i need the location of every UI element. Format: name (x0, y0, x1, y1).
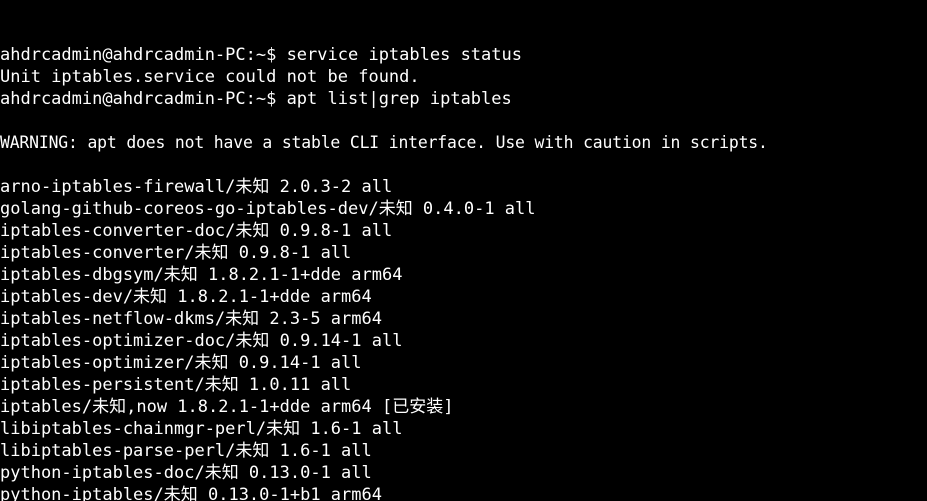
terminal-warning-line: WARNING: apt does not have a stable CLI … (0, 133, 768, 152)
terminal-output-line: python-iptables/未知 0.13.0-1+b1 arm64 (0, 485, 382, 501)
terminal-prompt-line: ahdrcadmin@ahdrcadmin-PC:~$ service ipta… (0, 45, 522, 65)
terminal-window[interactable]: ahdrcadmin@ahdrcadmin-PC:~$ service ipta… (0, 0, 927, 501)
terminal-output-line: arno-iptables-firewall/未知 2.0.3-2 all (0, 177, 393, 197)
terminal-output-line: iptables-netflow-dkms/未知 2.3-5 arm64 (0, 309, 382, 329)
terminal-output-line: libiptables-chainmgr-perl/未知 1.6-1 all (0, 419, 403, 439)
terminal-output-line: iptables-converter-doc/未知 0.9.8-1 all (0, 221, 393, 241)
terminal-output-line: iptables-dev/未知 1.8.2.1-1+dde arm64 (0, 287, 372, 307)
terminal-output-line: iptables-converter/未知 0.9.8-1 all (0, 243, 352, 263)
terminal-output-line: python-iptables-doc/未知 0.13.0-1 all (0, 463, 372, 483)
terminal-prompt-line: ahdrcadmin@ahdrcadmin-PC:~$ apt list|gre… (0, 89, 512, 109)
terminal-output-line: golang-github-coreos-go-iptables-dev/未知 … (0, 199, 536, 219)
terminal-output-line: Unit iptables.service could not be found… (0, 67, 420, 87)
terminal-output-line: iptables-optimizer-doc/未知 0.9.14-1 all (0, 331, 403, 351)
terminal-output-line: iptables-optimizer/未知 0.9.14-1 all (0, 353, 362, 373)
terminal-output-line: iptables/未知,now 1.8.2.1-1+dde arm64 [已安装… (0, 397, 454, 417)
terminal-output-line: libiptables-parse-perl/未知 1.6-1 all (0, 441, 372, 461)
terminal-output-line: iptables-persistent/未知 1.0.11 all (0, 375, 352, 395)
terminal-output-line: iptables-dbgsym/未知 1.8.2.1-1+dde arm64 (0, 265, 403, 285)
terminal-output: ahdrcadmin@ahdrcadmin-PC:~$ service ipta… (0, 44, 927, 501)
